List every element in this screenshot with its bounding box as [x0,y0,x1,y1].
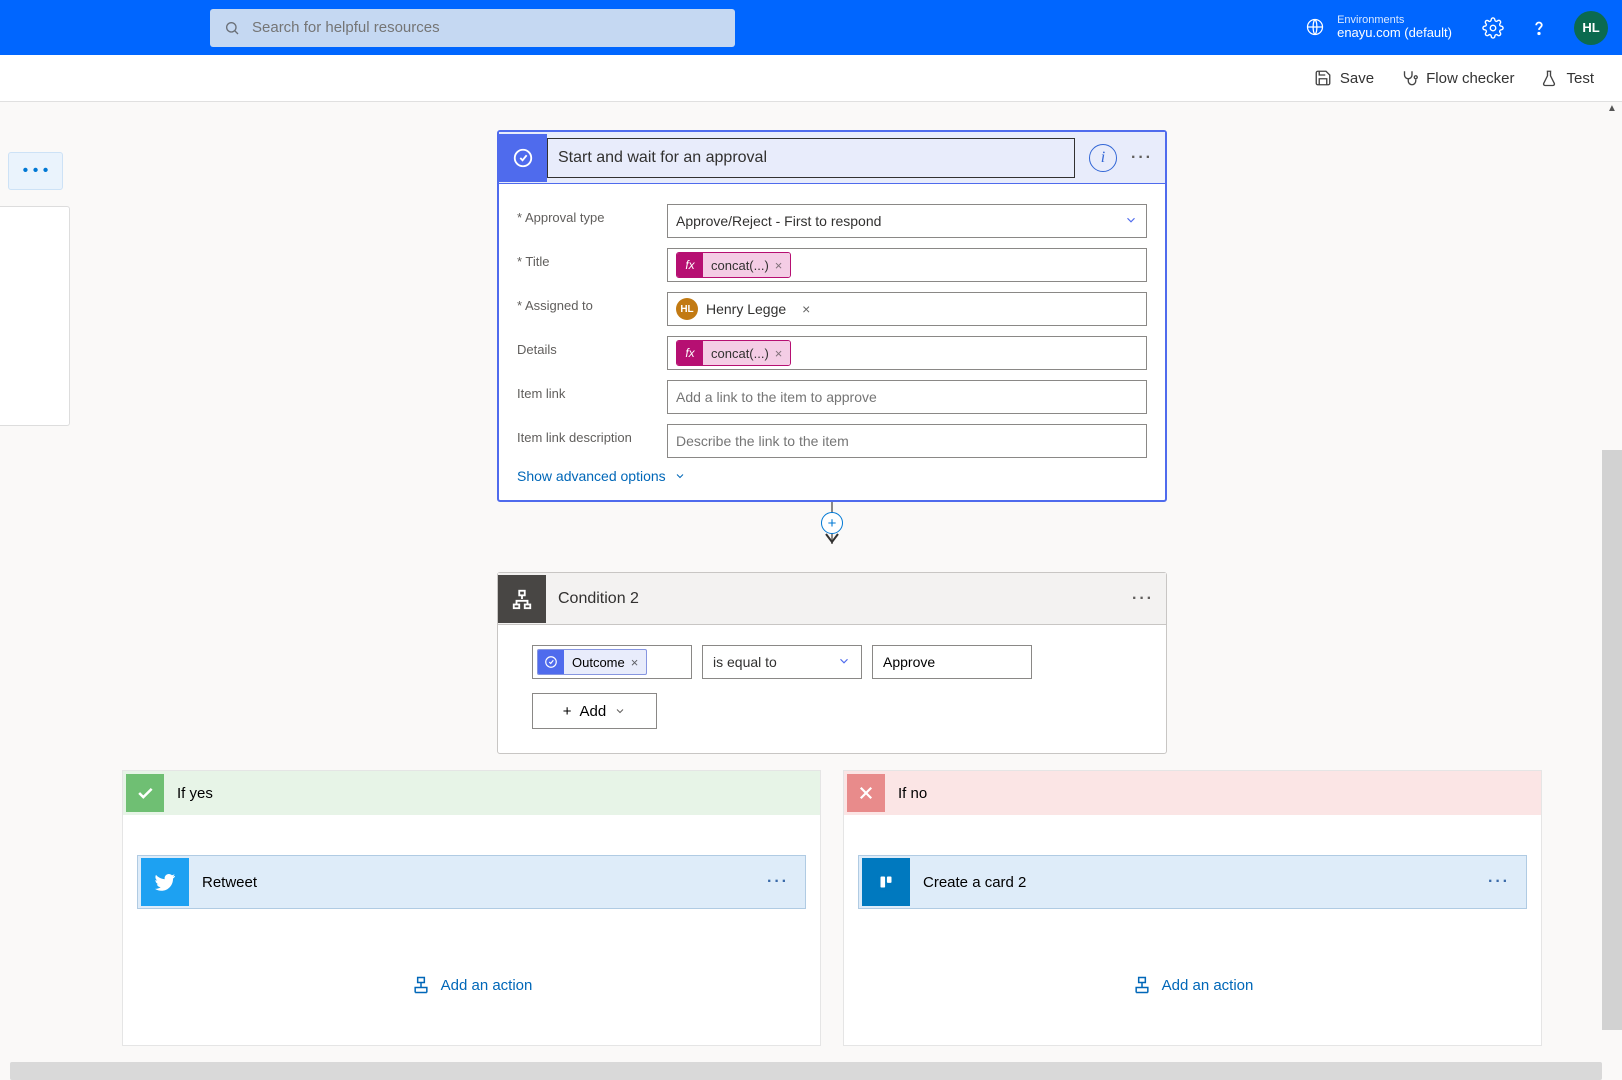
test-label: Test [1566,70,1594,87]
approval-type-select[interactable]: Approve/Reject - First to respond [667,204,1147,238]
info-icon[interactable]: i [1089,144,1117,172]
chevron-down-icon [837,654,851,668]
token-remove-icon[interactable]: × [775,346,783,361]
approval-card-title[interactable]: Start and wait for an approval [547,138,1075,178]
approval-action-card: Start and wait for an approval i ··· * A… [497,130,1167,502]
condition-branches: If yes Retweet ··· Add an action [122,770,1542,1046]
environment-picker[interactable]: Environments enayu.com (default) [1305,14,1452,40]
if-yes-header[interactable]: If yes [123,771,820,815]
trello-icon [862,858,910,906]
save-icon [1314,69,1332,87]
test-button[interactable]: Test [1540,69,1594,87]
item-link-label: Item link [517,380,667,401]
check-icon [126,774,164,812]
user-avatar[interactable]: HL [1574,11,1608,45]
if-yes-label: If yes [167,785,213,802]
retweet-action-card[interactable]: Retweet ··· [137,855,806,909]
condition-icon [498,575,546,623]
if-no-header[interactable]: If no [844,771,1541,815]
flow-checker-button[interactable]: Flow checker [1400,69,1514,87]
token-remove-icon[interactable]: × [775,258,783,273]
retweet-action-title: Retweet [192,874,767,891]
trello-overflow-menu[interactable]: ··· [1488,873,1526,891]
command-bar: Save Flow checker Test [0,55,1622,102]
add-condition-button[interactable]: + Add [532,693,657,729]
details-label: Details [517,336,667,357]
title-input[interactable]: fx concat(...)× [667,248,1147,282]
scroll-up-arrow-icon[interactable]: ▲ [1602,102,1622,114]
fx-icon: fx [677,341,703,365]
condition-overflow-menu[interactable]: ··· [1132,590,1154,608]
condition-card-header[interactable]: Condition 2 ··· [498,573,1166,625]
condition-operator-select[interactable]: is equal to [702,645,862,679]
condition-right-operand[interactable]: Approve [872,645,1032,679]
stethoscope-icon [1400,69,1418,87]
approval-type-value: Approve/Reject - First to respond [676,213,881,229]
if-yes-branch: If yes Retweet ··· Add an action [122,770,821,1046]
add-action-yes[interactable]: Add an action [137,975,806,995]
condition-card-title: Condition 2 [546,590,1132,608]
save-label: Save [1340,70,1374,87]
approval-overflow-menu[interactable]: ··· [1131,149,1153,167]
search-icon [224,20,240,36]
expression-token[interactable]: fx concat(...)× [676,252,791,278]
search-input[interactable] [252,19,721,36]
arrow-down-icon [824,531,840,549]
expression-token[interactable]: fx concat(...)× [676,340,791,366]
condition-card: Condition 2 ··· Outcome× is equal to [497,572,1167,754]
assigned-to-input[interactable]: HL Henry Legge × [667,292,1147,326]
horizontal-scrollbar[interactable] [10,1062,1602,1080]
add-action-icon [1132,975,1152,995]
chevron-down-icon [1124,213,1138,227]
save-button[interactable]: Save [1314,69,1374,87]
close-icon [847,774,885,812]
environment-label: Environments [1337,14,1452,26]
plus-icon: + [563,703,572,720]
collapsed-side-panel [0,206,70,426]
item-link-input[interactable] [667,380,1147,414]
environment-icon [1305,17,1325,37]
approval-type-label: * Approval type [517,204,667,225]
connector: + [497,502,1167,544]
condition-left-operand[interactable]: Outcome× [532,645,692,679]
flow-checker-label: Flow checker [1426,70,1514,87]
token-remove-icon[interactable]: × [631,655,639,670]
trello-action-card[interactable]: Create a card 2 ··· [858,855,1527,909]
if-no-branch: If no Create a card 2 ··· Add an action [843,770,1542,1046]
flow-canvas[interactable]: ▲ • • • Start and wait for an approval i… [0,102,1622,1080]
chevron-down-icon [674,470,686,482]
item-link-desc-input[interactable] [667,424,1147,458]
fx-icon: fx [677,253,703,277]
dynamic-content-token[interactable]: Outcome× [537,649,647,675]
chip-remove-icon[interactable]: × [802,301,810,317]
assigned-to-label: * Assigned to [517,292,667,313]
if-no-label: If no [888,785,927,802]
twitter-icon [141,858,189,906]
approval-icon [499,134,547,182]
retweet-overflow-menu[interactable]: ··· [767,873,805,891]
context-menu-button[interactable]: • • • [8,152,63,190]
person-avatar: HL [676,298,698,320]
item-link-desc-label: Item link description [517,424,667,445]
person-chip[interactable]: HL Henry Legge × [676,295,810,323]
approval-card-header[interactable]: Start and wait for an approval i ··· [499,132,1165,184]
top-ribbon: Environments enayu.com (default) HL [0,0,1622,55]
environment-value: enayu.com (default) [1337,25,1452,40]
add-action-icon [411,975,431,995]
add-action-no[interactable]: Add an action [858,975,1527,995]
vertical-scrollbar[interactable] [1602,450,1622,1030]
show-advanced-options[interactable]: Show advanced options [517,468,1147,484]
settings-icon[interactable] [1482,17,1504,39]
trello-action-title: Create a card 2 [913,874,1488,891]
details-input[interactable]: fx concat(...)× [667,336,1147,370]
person-name: Henry Legge [706,301,786,317]
approval-icon [538,650,564,674]
chevron-down-icon [614,705,626,717]
help-icon[interactable] [1528,17,1550,39]
global-search[interactable] [210,9,735,47]
flask-icon [1540,69,1558,87]
title-label: * Title [517,248,667,269]
